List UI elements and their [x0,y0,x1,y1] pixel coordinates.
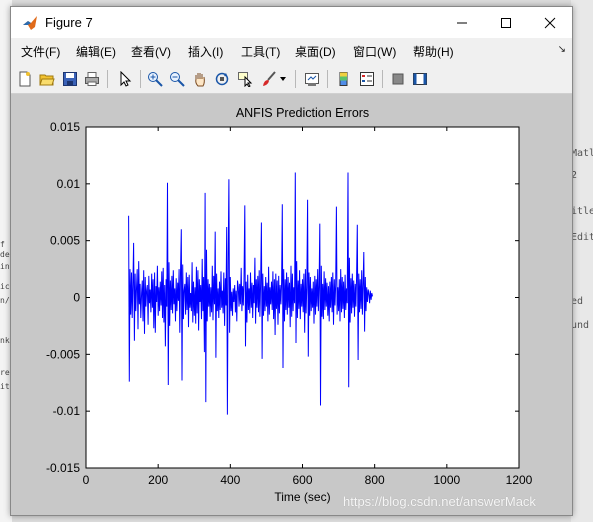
y-tick-label: -0.005 [46,347,80,361]
pointer-button[interactable] [115,69,135,89]
x-tick-label: 800 [365,473,385,487]
background-text: in [0,262,10,271]
y-tick-label: 0.015 [50,120,80,134]
open-file-button[interactable] [37,69,57,89]
menu-bar: 文件(F) 编辑(E) 查看(V) 插入(I) 工具(T) 桌面(D) 窗口(W… [11,38,572,65]
menu-insert[interactable]: 插入(I) [188,43,223,60]
figure-window: Figure 7 文件(F) 编辑(E) 查看(V) 插入(I) 工具(T) 桌… [10,6,573,516]
data-cursor-icon [238,72,253,87]
rotate-icon [215,72,229,86]
zoom-out-icon [170,72,185,87]
y-tick-label: 0 [73,291,80,305]
background-text: Matl [571,148,593,159]
background-text: n/ [0,296,10,305]
show-plot-tools-button[interactable] [410,69,430,89]
zoom-out-button[interactable] [167,69,187,89]
rotate-button[interactable] [212,69,232,89]
background-text: nk [0,336,10,345]
window-title: Figure 7 [45,15,93,30]
x-tick-label: 1000 [433,473,460,487]
minimize-button[interactable] [440,7,484,38]
print-button[interactable] [82,69,102,89]
y-tick-label: 0.01 [57,177,81,191]
colorbar-icon [339,72,348,86]
figure-toolbar [11,65,572,94]
pan-button[interactable] [190,69,210,89]
figure-canvas: 0 200 400 600 800 1000 1200 0.015 0.01 0.005 0 -0.0… [11,94,572,515]
x-axis-label: Time (sec) [274,490,330,504]
background-text: it [0,382,10,391]
save-button[interactable] [60,69,80,89]
background-text: itle [571,206,593,217]
data-cursor-button[interactable] [235,69,255,89]
brush-button[interactable] [259,69,279,89]
save-icon [63,72,77,86]
maximize-icon [501,17,511,28]
open-file-icon [39,74,55,86]
zoom-in-icon [148,72,163,87]
menu-tools[interactable]: 工具(T) [241,43,280,60]
x-tick-label: 0 [83,473,90,487]
legend-icon [360,72,374,86]
pointer-icon [120,71,132,87]
legend-button[interactable] [357,69,377,89]
chart[interactable]: 0 200 400 600 800 1000 12000.0150.010.0050-0.0… [11,94,572,515]
watermark: https://blog.csdn.net/answerMack [343,494,536,509]
new-figure-button[interactable] [15,69,35,89]
chevron-down-icon [280,77,286,81]
background-text: und [571,320,590,331]
background-text: Edit [571,232,593,243]
matlab-icon [22,15,38,31]
colorbar-button[interactable] [334,69,354,89]
menu-dock-arrow-icon[interactable]: ↘ [558,44,566,55]
link-plot-button[interactable] [302,69,322,89]
close-button[interactable] [528,7,572,38]
hide-plot-tools-button[interactable] [388,69,408,89]
x-tick-label: 600 [292,473,312,487]
menu-file[interactable]: 文件(F) [21,43,60,60]
chart-title: ANFIS Prediction Errors [236,106,369,120]
x-tick-label: 200 [148,473,168,487]
menu-window[interactable]: 窗口(W) [353,43,396,60]
background-window-strip: Matl 2 itle Edit ed und [571,0,593,522]
print-icon [85,72,99,86]
menu-view[interactable]: 查看(V) [131,43,171,60]
x-tick-label: 400 [220,473,240,487]
maximize-button[interactable] [484,7,528,38]
background-text: de [0,250,10,259]
y-tick-label: -0.015 [46,461,80,475]
brush-icon [263,71,276,86]
y-tick-label: -0.01 [53,404,81,418]
background-text: re [0,368,10,377]
y-tick-label: 0.005 [50,234,80,248]
zoom-in-button[interactable] [145,69,165,89]
background-text: f [0,240,5,249]
brush-dropdown[interactable] [277,69,289,89]
hide-plot-tools-icon [392,73,404,85]
title-bar: Figure 7 [11,7,572,38]
menu-desktop[interactable]: 桌面(D) [295,43,336,60]
menu-edit[interactable]: 编辑(E) [76,43,116,60]
menu-help[interactable]: 帮助(H) [413,43,454,60]
link-icon [305,73,319,86]
x-tick-label: 1200 [506,473,533,487]
minimize-icon [457,22,467,23]
background-text: ic [0,282,10,291]
pan-icon [195,73,205,87]
close-icon [544,17,556,28]
show-plot-tools-icon [413,73,427,85]
new-figure-icon [19,71,31,87]
